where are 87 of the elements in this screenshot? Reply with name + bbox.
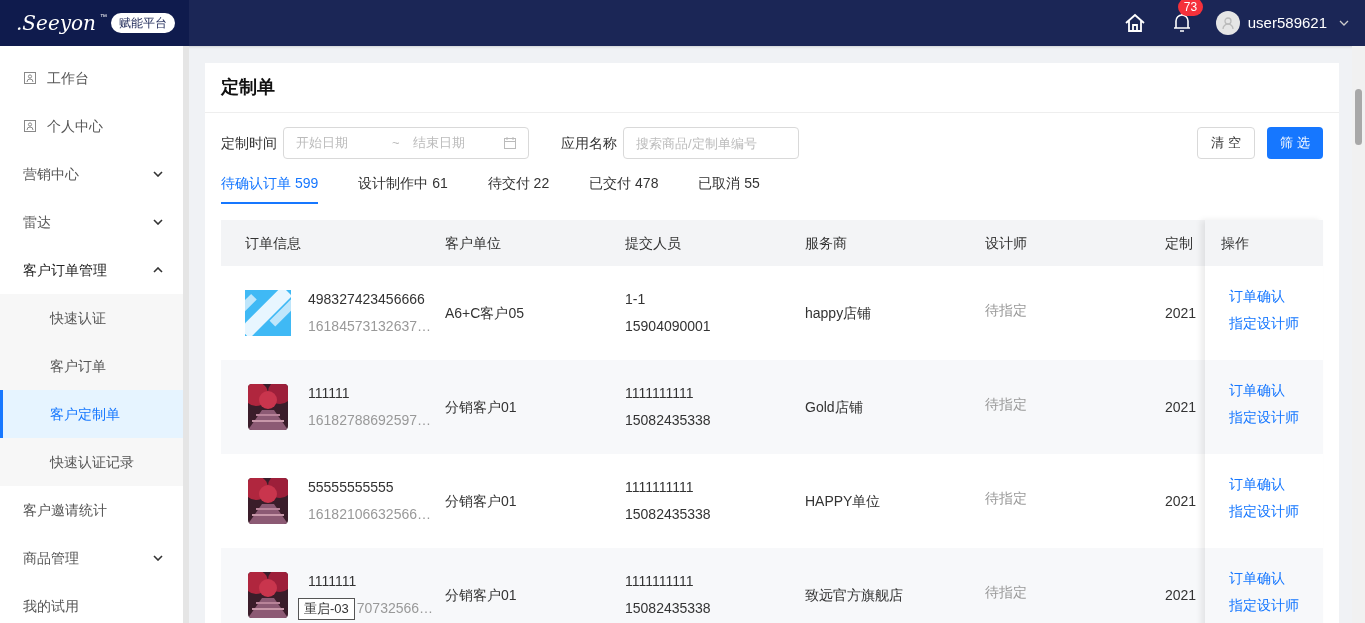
- column-header: 客户单位: [445, 233, 502, 253]
- order-number: 1111111: [308, 571, 358, 591]
- action-link[interactable]: 指定设计师: [1229, 595, 1323, 616]
- filter-button[interactable]: 筛 选: [1267, 127, 1323, 159]
- table-cell-text: happy店铺: [805, 303, 873, 323]
- search-field[interactable]: 搜索商品/定制单编号: [623, 127, 799, 159]
- user-icon: [1221, 16, 1234, 30]
- submitter-phone: 15082435338: [625, 599, 712, 618]
- table-cell-text: 分销客户01: [445, 397, 518, 417]
- sidebar-item[interactable]: 客户邀请统计: [0, 486, 183, 534]
- filter-label: 应用名称: [561, 133, 617, 153]
- page-title: 定制单: [205, 63, 1339, 113]
- order-number: 111111: [308, 384, 351, 403]
- calendar-icon: [504, 137, 516, 149]
- table-cell-text: 分销客户01: [445, 491, 518, 511]
- chevron-up-icon: [153, 267, 163, 273]
- table-cell-text: Gold店铺: [805, 397, 864, 417]
- status-tab[interactable]: 已交付 478: [589, 169, 659, 204]
- sidebar-item[interactable]: 雷达: [0, 198, 183, 246]
- table-cell-text: HAPPY单位: [805, 491, 882, 511]
- table-cell-text: 2021: [1165, 303, 1198, 323]
- designer-status: 待指定: [985, 394, 1028, 414]
- contact-card-icon: [24, 120, 36, 132]
- username[interactable]: user589621: [1247, 11, 1327, 35]
- avatar[interactable]: [1215, 11, 1240, 35]
- submitter-name: 1111111111: [625, 478, 695, 497]
- chevron-down-icon[interactable]: [1339, 20, 1349, 26]
- sidebar-subitem[interactable]: 客户定制单: [0, 390, 183, 438]
- order-sub-number: 16184573132637…: [308, 317, 431, 336]
- action-link[interactable]: 指定设计师: [1229, 313, 1323, 334]
- status-tab[interactable]: 已取消 55: [698, 169, 760, 204]
- action-link[interactable]: 指定设计师: [1229, 407, 1323, 428]
- sidebar-subitem[interactable]: 快速认证记录: [0, 438, 183, 486]
- column-header: 订单信息: [244, 233, 302, 253]
- status-tab[interactable]: 待确认订单 599: [221, 169, 319, 204]
- table-cell-text: 2021: [1165, 491, 1198, 511]
- column-header: 服务商: [805, 233, 848, 253]
- order-sub-number: 70732566…: [356, 599, 434, 618]
- contact-card-icon: [24, 72, 36, 84]
- column-header: 操作: [1221, 233, 1249, 253]
- logo: .Seeyon: [16, 13, 96, 33]
- submitter-name: 1111111111: [625, 384, 695, 403]
- sidebar-item[interactable]: 商品管理: [0, 534, 183, 582]
- order-sub-number: 16182106632566…: [308, 505, 431, 524]
- column-header: 定制: [1165, 233, 1194, 253]
- order-number: 55555555555: [308, 478, 395, 497]
- table-cell-text: 分销客户01: [445, 585, 518, 605]
- designer-status: 待指定: [985, 300, 1028, 320]
- status-tab[interactable]: 待交付 22: [487, 169, 550, 204]
- submitter-name: 1111111111: [625, 572, 695, 591]
- notification-badge: 73: [1177, 0, 1204, 16]
- home-icon[interactable]: [1123, 13, 1146, 33]
- action-link[interactable]: 订单确认: [1229, 380, 1323, 401]
- submitter-phone: 15082435338: [625, 505, 712, 524]
- clear-button[interactable]: 清 空: [1197, 127, 1255, 159]
- action-link[interactable]: 订单确认: [1229, 474, 1323, 495]
- column-header: 设计师: [985, 233, 1028, 253]
- sidebar-item[interactable]: 工作台: [0, 54, 183, 102]
- submitter-phone: 15904090001: [625, 317, 712, 336]
- tooltip: 重启-03: [298, 597, 355, 620]
- action-link[interactable]: 订单确认: [1229, 568, 1323, 589]
- chevron-down-icon: [153, 555, 163, 561]
- table-cell-text: 2021: [1165, 397, 1198, 417]
- chevron-down-icon: [153, 171, 163, 177]
- sidebar-subitem[interactable]: 客户订单: [0, 342, 183, 390]
- table-cell-text: A6+C客户05: [445, 303, 525, 323]
- action-link[interactable]: 指定设计师: [1229, 501, 1323, 522]
- action-link[interactable]: 订单确认: [1229, 286, 1323, 307]
- table-cell-text: 2021: [1165, 585, 1198, 605]
- sidebar-item[interactable]: 营销中心: [0, 150, 183, 198]
- bell-icon[interactable]: [1171, 12, 1192, 34]
- order-number: 498327423456666: [308, 290, 426, 309]
- table-cell-text: 致远官方旗舰店: [805, 585, 904, 605]
- order-sub-number: 16182788692597…: [308, 411, 431, 430]
- sidebar-item[interactable]: 个人中心: [0, 102, 183, 150]
- status-tab[interactable]: 设计制作中 61: [358, 169, 448, 204]
- submitter-name: 1-1: [625, 290, 647, 309]
- chevron-down-icon: [153, 219, 163, 225]
- sidebar-item[interactable]: 客户订单管理: [0, 246, 183, 294]
- platform-badge: 赋能平台: [110, 13, 175, 33]
- filter-label: 定制时间: [221, 133, 277, 153]
- sidebar-subitem[interactable]: 快速认证: [0, 294, 183, 342]
- designer-status: 待指定: [985, 488, 1028, 508]
- submitter-phone: 15082435338: [625, 411, 712, 430]
- sidebar-item[interactable]: 我的试用: [0, 582, 183, 623]
- column-header: 提交人员: [625, 233, 682, 253]
- designer-status: 待指定: [985, 582, 1028, 602]
